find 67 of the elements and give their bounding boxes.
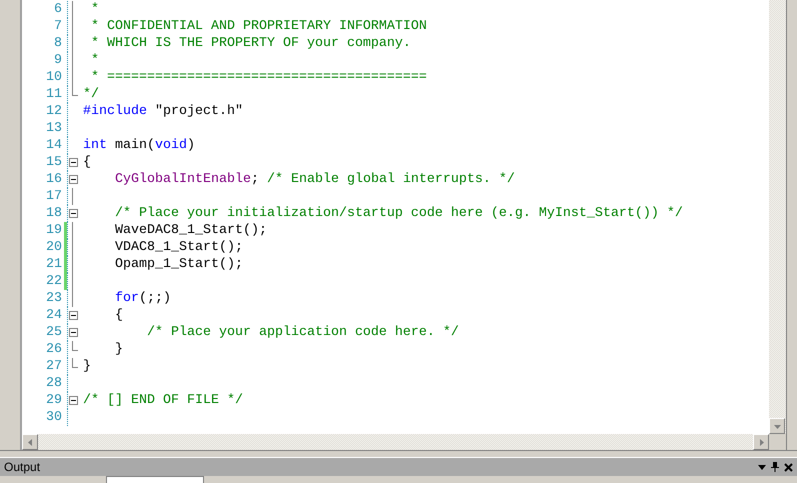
fold-guide-line (72, 188, 73, 205)
close-icon[interactable] (784, 462, 793, 472)
code-line: { (114, 307, 123, 324)
line-number: 17 (45, 188, 63, 205)
code-line: /* Place your initialization/startup code here (e.g. MyInst_Start()) */ (114, 205, 683, 222)
collapse-icon[interactable] (69, 311, 78, 320)
line-number: 19 (45, 222, 63, 239)
line-number: 16 (45, 171, 63, 188)
line-number: 7 (53, 18, 63, 35)
line-number: 21 (45, 256, 63, 273)
right-arrow-icon (758, 438, 764, 446)
line-number: 22 (45, 273, 63, 290)
code-line: { (82, 154, 91, 171)
line-number: 18 (45, 205, 63, 222)
code-line: for(;;) (114, 290, 171, 307)
horizontal-scrollbar[interactable] (22, 434, 769, 450)
code-line: /* Place your application code here. */ (146, 324, 459, 341)
code-line: int main(void) (82, 137, 195, 154)
line-number: 24 (45, 307, 63, 324)
line-number: 9 (53, 52, 63, 69)
code-line: * WHICH IS THE PROPERTY OF your company. (90, 35, 411, 52)
line-number: 8 (53, 35, 63, 52)
code-line: #include "project.h" (82, 103, 243, 120)
line-number: 28 (45, 375, 63, 392)
line-number: 29 (45, 392, 63, 409)
code-line: CyGlobalIntEnable; /* Enable global interrupts. */ (114, 171, 515, 188)
collapse-icon[interactable] (69, 158, 78, 167)
collapse-icon[interactable] (69, 328, 78, 337)
line-number: 12 (45, 103, 63, 120)
code-line: */ (82, 86, 99, 103)
scroll-down-button[interactable] (769, 418, 785, 434)
left-arrow-icon (26, 438, 34, 446)
pin-icon[interactable] (771, 462, 779, 472)
scroll-right-button[interactable] (753, 434, 769, 450)
line-number: 11 (45, 86, 63, 103)
line-number: 15 (45, 154, 63, 171)
line-number: 27 (45, 358, 63, 375)
line-number: 10 (45, 69, 63, 86)
down-arrow-icon (774, 422, 780, 430)
line-number: 14 (45, 137, 63, 154)
line-number: 26 (45, 341, 63, 358)
line-number: 25 (45, 324, 63, 341)
dropdown-icon[interactable] (758, 464, 766, 470)
line-number: 30 (45, 409, 63, 426)
collapse-icon[interactable] (69, 175, 78, 184)
fold-end-mark (72, 86, 78, 96)
code-line: WaveDAC8_1_Start(); (114, 222, 267, 239)
code-line: } (82, 358, 91, 375)
line-number: 6 (53, 1, 63, 18)
code-line: * (90, 1, 99, 18)
code-line: * ======================================== (90, 69, 427, 86)
code-line: * (90, 52, 99, 69)
line-number: 20 (45, 239, 63, 256)
code-line: Opamp_1_Start(); (114, 256, 243, 273)
scroll-left-button[interactable] (22, 434, 38, 450)
scrollbar-corner (769, 434, 786, 450)
vertical-scrollbar[interactable] (769, 0, 786, 434)
code-line: * CONFIDENTIAL AND PROPRIETARY INFORMATION (90, 18, 427, 35)
code-line: } (114, 341, 123, 358)
collapse-icon[interactable] (69, 396, 78, 405)
output-source-dropdown[interactable] (106, 476, 204, 483)
code-line: /* [] END OF FILE */ (82, 392, 243, 409)
line-number: 13 (45, 120, 63, 137)
code-line: VDAC8_1_Start(); (114, 239, 243, 256)
collapse-icon[interactable] (69, 209, 78, 218)
line-number: 23 (45, 290, 63, 307)
panel-title: Output (4, 460, 40, 474)
